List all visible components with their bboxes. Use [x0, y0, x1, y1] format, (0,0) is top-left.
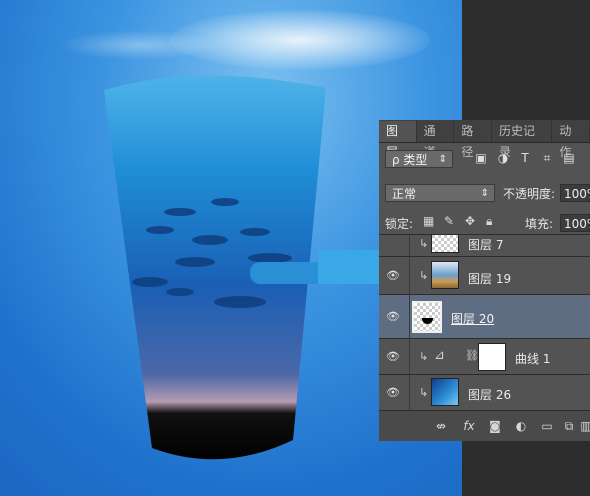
layer-name[interactable]: 图层 20 [451, 310, 494, 327]
new-adjustment-icon[interactable]: ◐ [513, 418, 529, 434]
layer-row[interactable]: ↳ 图层 7 [379, 235, 590, 257]
layer-name: 图层 19 [468, 272, 512, 286]
blend-mode-label: 正常 [392, 187, 417, 201]
layer-row[interactable]: 👁︎ ↳ ⊿ ⛓ 曲线 1 [379, 339, 590, 375]
filter-type-select[interactable]: ρ 类型 ⇕ [385, 150, 453, 168]
eye-icon[interactable]: 👁︎ [385, 349, 401, 365]
trash-icon[interactable]: ▥ [578, 418, 590, 434]
layer-thumbnail [431, 261, 459, 289]
image-filter-icon[interactable]: ▣ [473, 150, 489, 166]
layer-name: 图层 26 [468, 388, 512, 402]
add-mask-icon[interactable]: ◙ [487, 418, 503, 434]
opacity-field[interactable]: 100% [560, 184, 590, 202]
eye-icon[interactable]: 👁︎ [385, 268, 401, 284]
filter-type-label: ρ 类型 [392, 153, 428, 167]
blend-mode-select[interactable]: 正常 ⇕ [385, 184, 495, 202]
layer-row-selected[interactable]: 👁︎ 图层 20 [379, 295, 590, 339]
clip-arrow-icon: ↳ [419, 269, 429, 282]
layer-thumbnail [431, 378, 459, 406]
eye-icon[interactable]: 👁︎ [385, 309, 401, 325]
layer-list: ↳ 图层 7 👁︎ ↳ 图层 19 👁︎ 图层 20 👁︎ ↳ ⊿ ⛓ 曲线 1… [379, 234, 590, 411]
blend-row: 正常 ⇕ 不透明度: 100% [379, 182, 590, 204]
chevron-updown-icon: ⇕ [480, 188, 489, 199]
new-layer-icon[interactable]: ⧉ [561, 418, 577, 434]
fx-icon[interactable]: fx [461, 418, 477, 434]
lock-move-icon[interactable]: ✥ [465, 214, 475, 228]
layer-row[interactable]: 👁︎ ↳ 图层 19 [379, 257, 590, 295]
clip-arrow-icon: ↳ [419, 350, 429, 363]
mask-thumbnail[interactable] [478, 343, 506, 371]
tab-layers[interactable]: 图层 [379, 121, 417, 159]
lock-brush-icon[interactable]: ✎ [444, 214, 454, 228]
tab-actions[interactable]: 动作 [552, 121, 590, 159]
eye-icon[interactable]: 👁︎ [385, 385, 401, 401]
panel-bottom-toolbar: ⇎ fx ◙ ◐ ▭ ⧉ ▥ [379, 410, 590, 441]
fill-label: 填充: [525, 217, 554, 231]
curves-adjustment-icon: ⊿ [434, 348, 445, 363]
panel-tabs: 图层 通道 路径 历史记录 动作 [379, 120, 590, 159]
tab-paths[interactable]: 路径 [454, 121, 493, 159]
layer-name: 图层 7 [468, 238, 504, 252]
opacity-label: 不透明度: [503, 187, 556, 201]
layers-panel: 图层 通道 路径 历史记录 动作 ρ 类型 ⇕ ▣ ◑ T ⌗ ▤ 正常 ⇕ 不… [379, 120, 590, 441]
shape-filter-icon[interactable]: ⌗ [539, 150, 555, 166]
link-layers-icon[interactable]: ⇎ [433, 418, 449, 434]
smart-object-filter-icon[interactable]: ▤ [561, 150, 577, 166]
chevron-updown-icon: ⇕ [438, 154, 447, 165]
layer-thumbnail [412, 301, 442, 333]
new-group-icon[interactable]: ▭ [539, 418, 555, 434]
tab-history[interactable]: 历史记录 [492, 121, 553, 159]
filter-row: ρ 类型 ⇕ ▣ ◑ T ⌗ ▤ [379, 148, 590, 170]
lock-label: 锁定: [385, 217, 414, 231]
tab-channels[interactable]: 通道 [417, 121, 455, 159]
layer-thumbnail [431, 235, 459, 253]
chain-link-icon[interactable]: ⛓ [465, 349, 479, 362]
adjustment-filter-icon[interactable]: ◑ [495, 150, 511, 166]
clip-arrow-icon: ↳ [419, 237, 429, 250]
layer-row[interactable]: 👁︎ ↳ 图层 26 [379, 375, 590, 411]
clip-arrow-icon: ↳ [419, 386, 429, 399]
layer-name: 曲线 1 [515, 352, 551, 366]
lock-all-icon[interactable]: 🔒︎ [486, 214, 492, 229]
type-filter-icon[interactable]: T [517, 150, 533, 166]
lock-transparent-icon[interactable]: ▦ [423, 214, 434, 228]
fill-field[interactable]: 100% [560, 214, 590, 232]
lock-row: 锁定: ▦ ✎ ✥ 🔒︎ 填充: 100% [379, 212, 590, 234]
